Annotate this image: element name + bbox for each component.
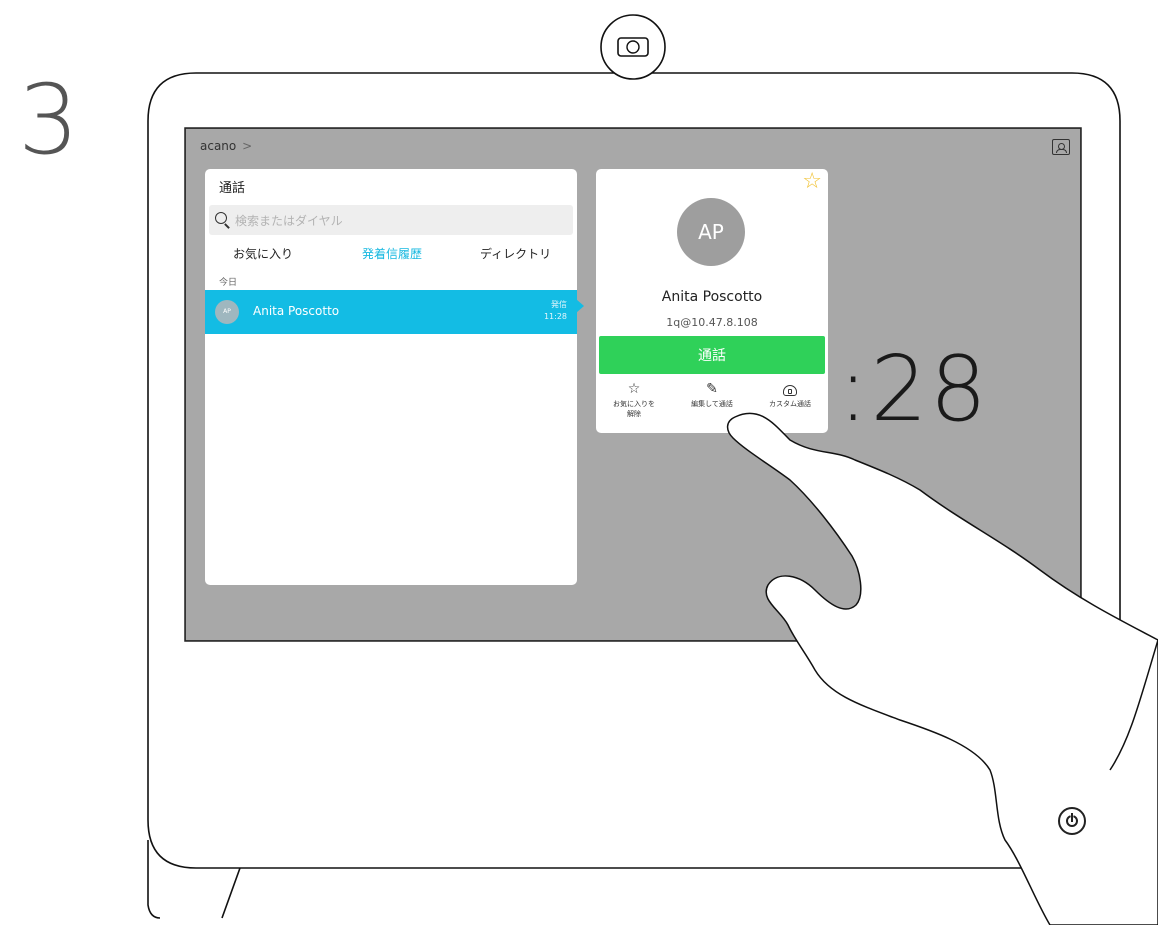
- avatar: AP: [215, 300, 239, 324]
- breadcrumb[interactable]: acano >: [200, 139, 252, 153]
- contact-card: ☆ AP Anita Poscotto 1q@10.47.8.108 通話 ☆ …: [596, 169, 828, 433]
- selection-pointer: [576, 299, 584, 313]
- action-label: お気に入りを: [613, 400, 655, 408]
- avatar: AP: [677, 198, 745, 266]
- custom-call-button[interactable]: カスタム通話: [752, 381, 828, 409]
- tab-directory[interactable]: ディレクトリ: [480, 245, 551, 262]
- action-label: 解除: [627, 410, 641, 418]
- contact-address: 1q@10.47.8.108: [666, 316, 758, 329]
- power-button[interactable]: [1058, 807, 1086, 835]
- star-outline-icon: ☆: [627, 381, 641, 397]
- search-icon: [215, 212, 227, 224]
- row-contact-name: Anita Poscotto: [253, 304, 340, 318]
- row-call-direction: 発信: [551, 300, 567, 309]
- tab-favorites[interactable]: お気に入り: [233, 245, 293, 262]
- call-panel: 通話 お気に入り 発着信履歴 ディレクトリ 今日 AP Anita Poscot…: [205, 169, 577, 585]
- pencil-icon: ✎: [706, 381, 718, 397]
- list-item[interactable]: AP Anita Poscotto 発信 11:28: [205, 290, 577, 334]
- contact-name: Anita Poscotto: [661, 289, 763, 305]
- favorite-star-icon[interactable]: ☆: [802, 171, 822, 193]
- clock: :28: [838, 337, 989, 442]
- action-label: カスタム通話: [769, 400, 811, 408]
- remove-favorite-button[interactable]: ☆ お気に入りを 解除: [596, 381, 672, 419]
- search-input[interactable]: [233, 205, 567, 237]
- panel-title: 通話: [219, 181, 246, 196]
- edit-and-call-button[interactable]: ✎ 編集して通話: [674, 381, 750, 409]
- section-label-today: 今日: [219, 278, 238, 288]
- breadcrumb-label: acano: [200, 139, 237, 153]
- tab-recents[interactable]: 発着信履歴: [362, 245, 422, 262]
- touch-screen: acano > :28 通話 お気に入り 発着信履歴 ディレクトリ 今日 AP …: [186, 129, 1080, 640]
- custom-dial-icon: [752, 381, 828, 399]
- camera-icon: [600, 14, 666, 80]
- search-bar[interactable]: [209, 205, 573, 237]
- action-label: 編集して通話: [691, 400, 733, 408]
- call-button[interactable]: 通話: [599, 336, 825, 374]
- breadcrumb-separator: >: [242, 139, 253, 153]
- row-call-time: 11:28: [543, 312, 567, 321]
- selfview-icon[interactable]: [1052, 139, 1070, 155]
